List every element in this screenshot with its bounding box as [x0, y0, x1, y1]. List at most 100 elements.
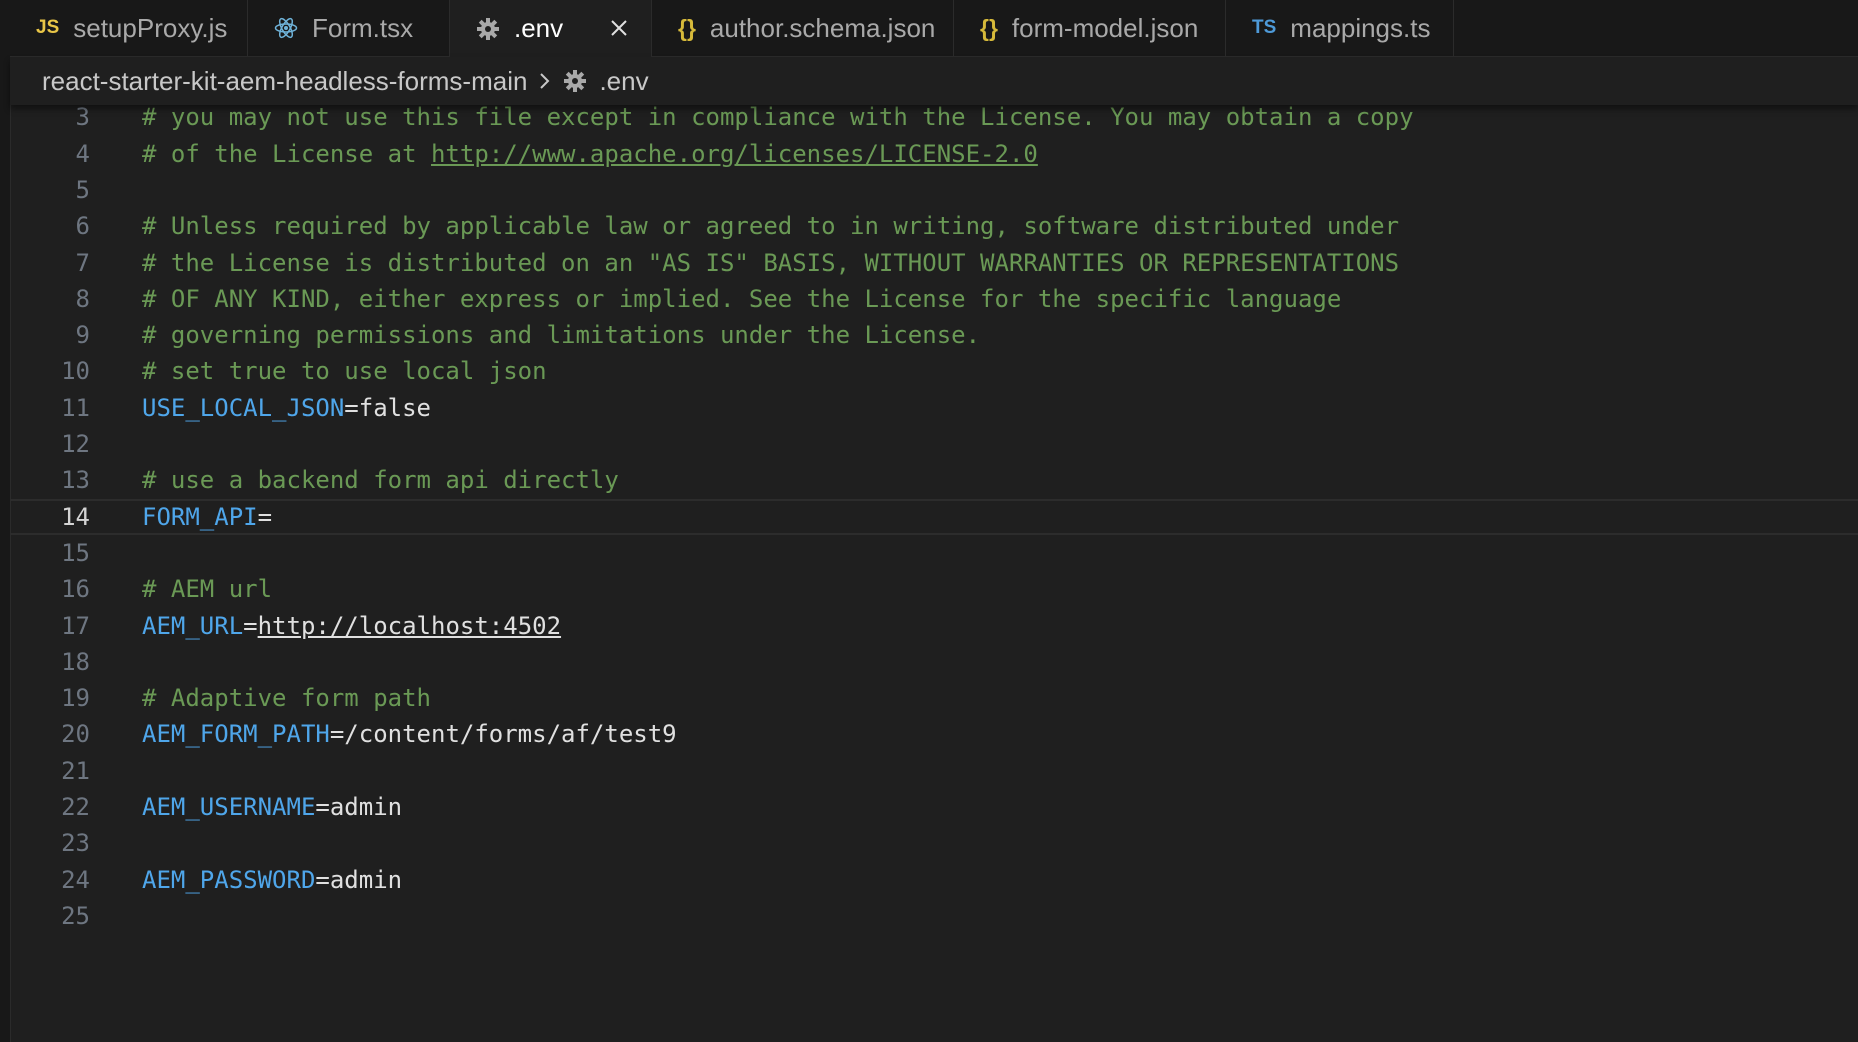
code-text: AEM_URL=http://localhost:4502	[142, 612, 561, 640]
line-number: 11	[61, 393, 90, 422]
tab-label: setupProxy.js	[73, 12, 228, 43]
line-number: 18	[61, 647, 90, 676]
code-text: AEM_USERNAME=admin	[142, 793, 402, 821]
breadcrumb: react-starter-kit-aem-headless-forms-mai…	[10, 57, 1858, 105]
tab-label: form-model.json	[1011, 12, 1199, 43]
line-number: 23	[61, 829, 90, 858]
code-text: # OF ANY KIND, either express or implied…	[142, 285, 1341, 313]
line-number: 3	[75, 103, 90, 132]
code-line[interactable]: 24 AEM_PASSWORD=admin	[10, 862, 1858, 898]
tab-env[interactable]: .env	[450, 0, 652, 57]
tab-label: mappings.ts	[1290, 12, 1431, 43]
code-line[interactable]: 10 # set true to use local json	[10, 353, 1858, 389]
line-number: 21	[61, 756, 90, 785]
line-number: 13	[61, 466, 90, 495]
tab-label: author.schema.json	[709, 12, 936, 43]
code-line[interactable]: 20 AEM_FORM_PATH=/content/forms/af/test9	[10, 716, 1858, 752]
gear-icon	[563, 69, 587, 93]
comment-text: # of the License at	[142, 139, 431, 168]
line-number: 16	[61, 575, 90, 604]
comment-text: # Unless required by applicable law or a…	[142, 212, 1400, 241]
code-line[interactable]: 4 # of the License at http://www.apache.o…	[10, 136, 1858, 172]
line-number: 20	[61, 720, 90, 749]
react-icon	[274, 16, 298, 40]
env-value: =false	[344, 393, 431, 422]
env-key: AEM_FORM_PATH	[142, 720, 330, 749]
line-number: 19	[61, 684, 90, 713]
code-line[interactable]: 8 # OF ANY KIND, either express or implie…	[10, 281, 1858, 317]
code-text: # use a backend form api directly	[142, 466, 619, 494]
code-line[interactable]: 25	[10, 898, 1858, 934]
env-key: USE_LOCAL_JSON	[142, 393, 345, 422]
breadcrumb-file[interactable]: .env	[599, 66, 648, 97]
code-line[interactable]: 14 FORM_API=	[10, 498, 1858, 535]
env-value-link[interactable]: http://localhost:4502	[258, 612, 561, 640]
comment-link[interactable]: http://www.apache.org/licenses/LICENSE-2…	[431, 140, 1038, 168]
code-line[interactable]: 6 # Unless required by applicable law or …	[10, 208, 1858, 244]
code-line[interactable]: 19 # Adaptive form path	[10, 680, 1858, 716]
gear-icon	[476, 17, 500, 41]
env-value: =admin	[315, 793, 403, 821]
code-line[interactable]: 18	[10, 644, 1858, 680]
code-text: # set true to use local json	[142, 357, 547, 385]
env-key: FORM_API	[142, 502, 258, 531]
code-line[interactable]: 23	[10, 825, 1858, 861]
code-line[interactable]: 21	[10, 753, 1858, 789]
line-number: 10	[61, 357, 90, 386]
comment-text: # OF ANY KIND, either express or implied…	[142, 284, 1342, 313]
code-text: # AEM url	[142, 575, 272, 603]
tab-form-tsx[interactable]: Form.tsx	[248, 0, 450, 56]
code-line[interactable]: 5	[10, 172, 1858, 208]
code-line[interactable]: 22 AEM_USERNAME=admin	[10, 789, 1858, 825]
chevron-right-icon	[537, 70, 553, 92]
line-number: 25	[61, 901, 90, 930]
code-line[interactable]: 7 # the License is distributed on an "AS …	[10, 245, 1858, 281]
editor-tab-bar: JS setupProxy.js Form.tsx .env {} author…	[10, 0, 1858, 57]
code-line[interactable]: 9 # governing permissions and limitations…	[10, 317, 1858, 353]
line-number: 17	[61, 611, 90, 640]
line-number: 8	[75, 284, 90, 313]
code-text: AEM_PASSWORD=admin	[142, 866, 402, 894]
code-text: # Adaptive form path	[142, 684, 431, 712]
tab-label: Form.tsx	[312, 12, 414, 43]
tab-label: .env	[514, 13, 564, 43]
code-text: USE_LOCAL_JSON=false	[142, 394, 431, 422]
comment-text: # you may not use this file except in co…	[142, 103, 1414, 132]
tab-mappings-ts[interactable]: TS mappings.ts	[1226, 0, 1454, 56]
code-text: # Unless required by applicable law or a…	[142, 212, 1399, 240]
breadcrumb-folder[interactable]: react-starter-kit-aem-headless-forms-mai…	[42, 66, 527, 97]
code-text: AEM_FORM_PATH=/content/forms/af/test9	[142, 720, 677, 748]
code-line[interactable]: 15	[10, 535, 1858, 571]
comment-text: # set true to use local json	[142, 357, 547, 386]
code-text: # of the License at http://www.apache.or…	[142, 140, 1038, 168]
line-number: 15	[61, 538, 90, 567]
code-line[interactable]: 17 AEM_URL=http://localhost:4502	[10, 608, 1858, 644]
code-text: # the License is distributed on an "AS I…	[142, 249, 1399, 277]
comment-text: # Adaptive form path	[142, 684, 431, 713]
line-number: 5	[75, 175, 90, 204]
code-line[interactable]: 11 USE_LOCAL_JSON=false	[10, 390, 1858, 426]
code-text: # governing permissions and limitations …	[142, 321, 980, 349]
tab-author-schema-json[interactable]: {} author.schema.json	[652, 0, 954, 56]
comment-text: # AEM url	[142, 575, 273, 604]
code-line[interactable]: 13 # use a backend form api directly	[10, 462, 1858, 498]
line-number: 9	[75, 321, 90, 350]
close-icon[interactable]	[603, 12, 635, 44]
comment-text: # governing permissions and limitations …	[142, 321, 981, 350]
tab-setupproxy-js[interactable]: JS setupProxy.js	[10, 0, 248, 56]
typescript-file-icon: TS	[1252, 17, 1277, 38]
env-value: =	[243, 611, 258, 640]
code-line[interactable]: 12	[10, 426, 1858, 462]
code-editor[interactable]: 2# This file is licensed to you under th…	[10, 84, 1858, 1042]
line-number: 4	[75, 139, 90, 168]
comment-text: # the License is distributed on an "AS I…	[142, 248, 1400, 277]
env-value: =/content/forms/af/test9	[329, 720, 677, 749]
line-number: 22	[61, 793, 90, 821]
tab-form-model-json[interactable]: {} form-model.json	[954, 0, 1226, 56]
json-file-icon: {}	[678, 14, 696, 41]
env-key: AEM_USERNAME	[142, 793, 316, 821]
code-line[interactable]: 16 # AEM url	[10, 571, 1858, 607]
line-number: 24	[61, 865, 90, 894]
json-file-icon: {}	[980, 14, 998, 41]
line-number: 14	[61, 502, 90, 531]
